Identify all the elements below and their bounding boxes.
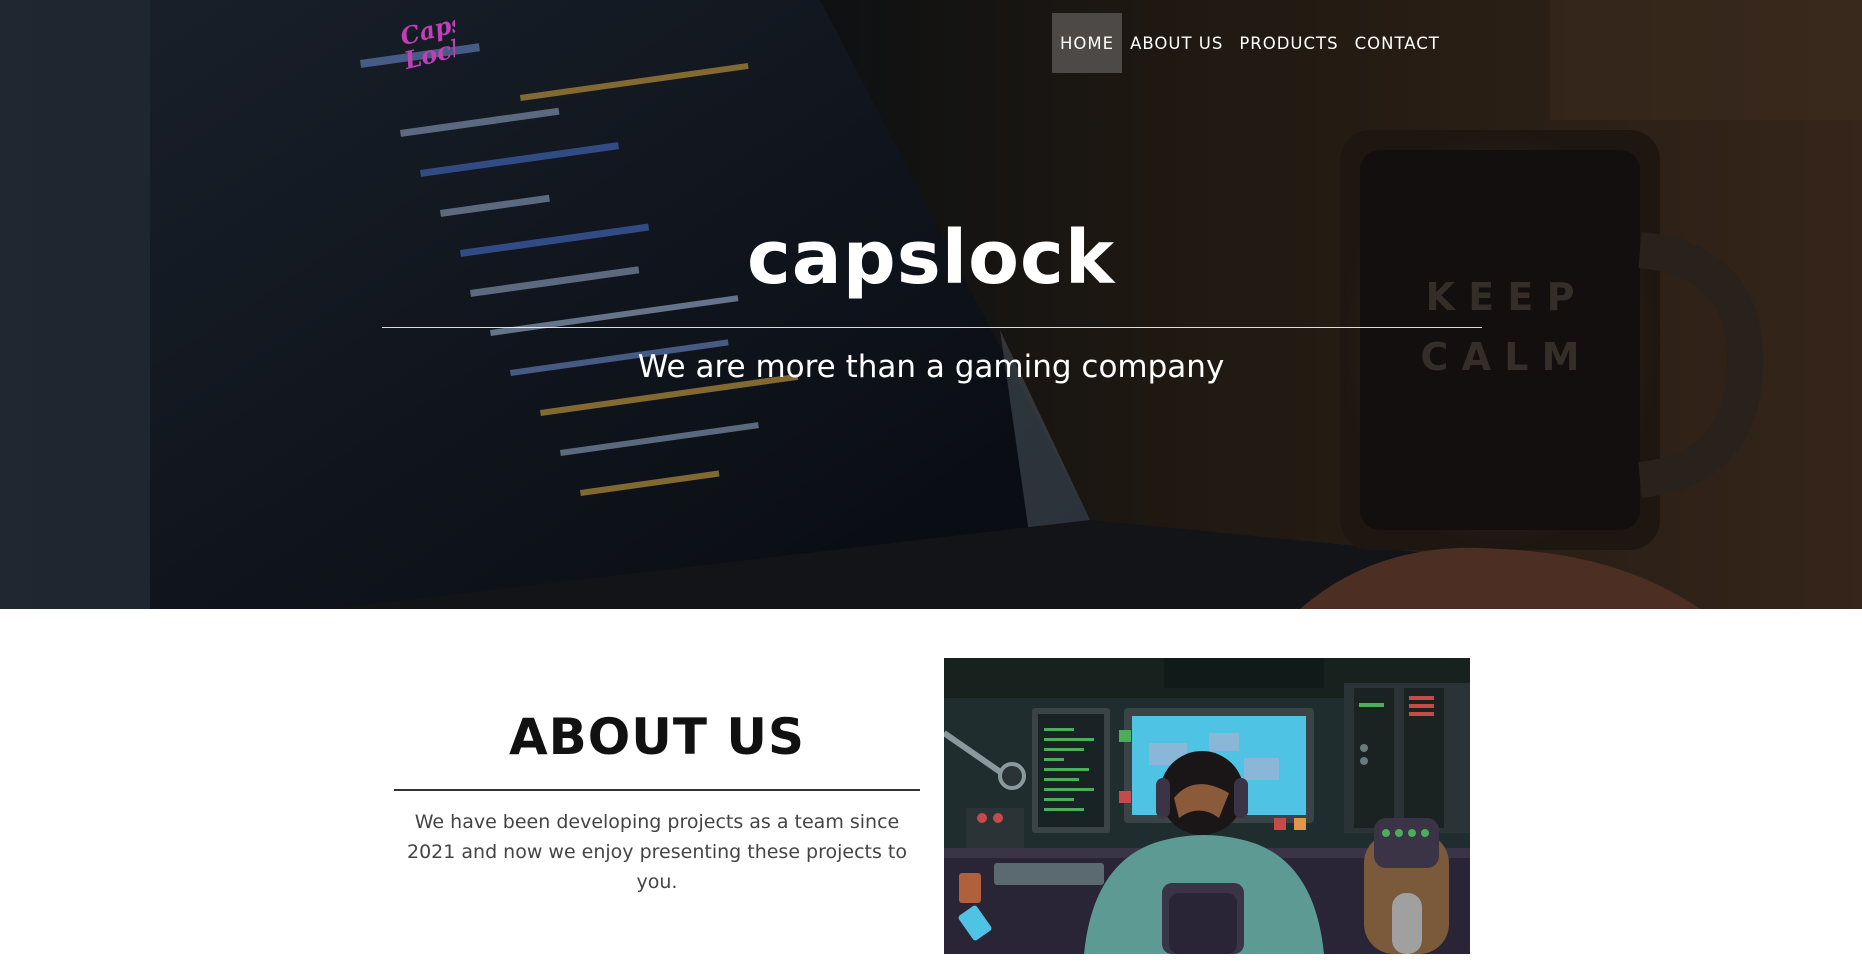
- about-divider: [394, 789, 920, 791]
- hero-title: capslock: [746, 215, 1116, 301]
- about-section: ABOUT US We have been developing project…: [0, 609, 1862, 970]
- gamer-at-desk-illustration: [944, 658, 1470, 954]
- hero-subtitle: We are more than a gaming company: [637, 349, 1225, 385]
- capslock-logo[interactable]: Caps Lock: [395, 14, 455, 72]
- nav-about-us[interactable]: ABOUT US: [1122, 13, 1231, 73]
- hero-divider: [382, 327, 1482, 328]
- about-description: We have been developing projects as a te…: [406, 811, 908, 893]
- nav-products[interactable]: PRODUCTS: [1231, 13, 1346, 73]
- hero-section: K E E P C A L M Caps Lock HOME ABOUT US …: [0, 0, 1862, 609]
- main-navigation: HOME ABOUT US PRODUCTS CONTACT: [1052, 13, 1448, 73]
- nav-home[interactable]: HOME: [1052, 13, 1123, 73]
- nav-contact[interactable]: CONTACT: [1347, 13, 1448, 73]
- about-title: ABOUT US: [508, 708, 806, 766]
